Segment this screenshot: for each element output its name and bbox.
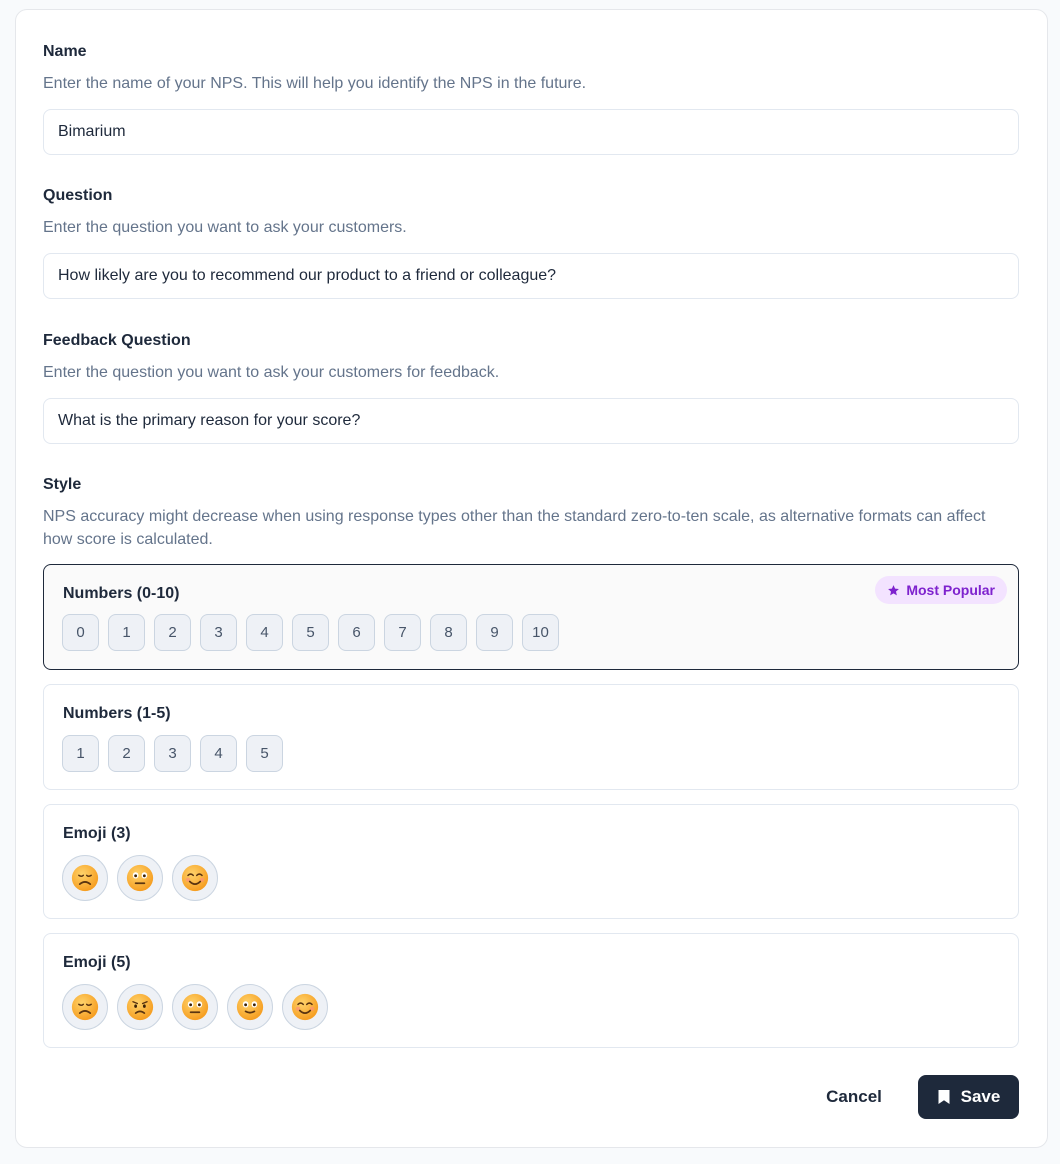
emoji-row <box>62 984 328 1030</box>
question-label: Question <box>43 187 113 204</box>
emoji-row <box>62 855 218 901</box>
most-popular-badge: Most Popular <box>875 576 1007 604</box>
scale-chip: 9 <box>476 614 513 651</box>
scale-chip: 0 <box>62 614 99 651</box>
scale-chip: 8 <box>430 614 467 651</box>
style-label: Style <box>43 476 82 493</box>
neutral-face-icon <box>172 984 218 1030</box>
scale-chip: 2 <box>108 735 145 772</box>
scale-chips: 1 2 3 4 5 <box>62 735 283 772</box>
style-option-title: Emoji (5) <box>63 954 131 971</box>
scale-chip: 7 <box>384 614 421 651</box>
scale-chip: 2 <box>154 614 191 651</box>
neutral-face-icon <box>117 855 163 901</box>
sad-face-icon <box>62 984 108 1030</box>
scale-chip: 1 <box>62 735 99 772</box>
smiling-face-icon <box>282 984 328 1030</box>
scale-chip: 6 <box>338 614 375 651</box>
save-button[interactable]: Save <box>918 1075 1019 1119</box>
scale-chip: 5 <box>292 614 329 651</box>
name-section: Name Enter the name of your NPS. This wi… <box>43 41 1019 155</box>
scale-chip: 5 <box>246 735 283 772</box>
style-option-title: Emoji (3) <box>63 825 131 842</box>
feedback-description: Enter the question you want to ask your … <box>43 364 500 381</box>
scale-chip: 10 <box>522 614 559 651</box>
feedback-section: Feedback Question Enter the question you… <box>43 330 1019 444</box>
name-input[interactable] <box>43 109 1019 155</box>
star-icon <box>888 584 900 595</box>
save-button-label: Save <box>960 1087 1001 1106</box>
question-input[interactable] <box>43 253 1019 299</box>
scale-chip: 4 <box>246 614 283 651</box>
feedback-input[interactable] <box>43 398 1019 444</box>
sad-face-icon <box>62 855 108 901</box>
scale-chip: 1 <box>108 614 145 651</box>
slight-smile-face-icon <box>227 984 273 1030</box>
feedback-label: Feedback Question <box>43 332 191 349</box>
style-option-emoji-5[interactable]: Emoji (5) <box>43 933 1019 1048</box>
style-option-numbers-0-10[interactable]: Numbers (0-10) Most Popular 0 1 2 3 4 5 … <box>43 564 1019 670</box>
style-option-emoji-3[interactable]: Emoji (3) <box>43 804 1019 919</box>
scale-chips: 0 1 2 3 4 5 6 7 8 9 10 <box>62 614 559 651</box>
bookmark-icon <box>938 1090 950 1104</box>
style-option-numbers-1-5[interactable]: Numbers (1-5) 1 2 3 4 5 <box>43 684 1019 790</box>
smiling-face-icon <box>172 855 218 901</box>
badge-label: Most Popular <box>906 582 995 598</box>
scale-chip: 4 <box>200 735 237 772</box>
name-label: Name <box>43 43 87 60</box>
style-section: Style NPS accuracy might decrease when u… <box>43 474 1019 551</box>
cancel-button[interactable]: Cancel <box>806 1075 902 1119</box>
scale-chip: 3 <box>154 735 191 772</box>
question-section: Question Enter the question you want to … <box>43 185 1019 299</box>
scale-chip: 3 <box>200 614 237 651</box>
question-description: Enter the question you want to ask your … <box>43 219 407 236</box>
nps-form-card: Name Enter the name of your NPS. This wi… <box>15 9 1048 1148</box>
name-description: Enter the name of your NPS. This will he… <box>43 75 587 92</box>
style-option-title: Numbers (0-10) <box>63 585 180 602</box>
frowning-face-icon <box>117 984 163 1030</box>
style-description: NPS accuracy might decrease when using r… <box>43 508 986 548</box>
style-option-title: Numbers (1-5) <box>63 705 171 722</box>
